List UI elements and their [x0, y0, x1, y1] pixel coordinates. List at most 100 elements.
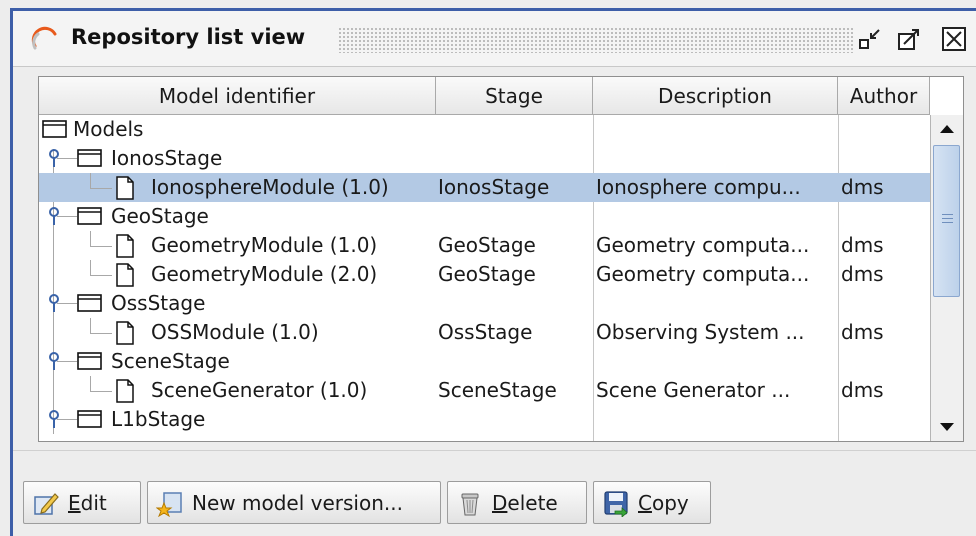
column-header-author[interactable]: Author — [838, 77, 930, 115]
floppy-disk-icon — [604, 490, 628, 517]
folder-icon — [77, 352, 102, 370]
cell-stage: GeoStage — [438, 233, 536, 257]
cell-author — [841, 144, 927, 173]
cell-description — [596, 289, 836, 318]
table-body: Models IonosStage IonosphereModule (1.0) Io… — [39, 115, 930, 441]
scroll-up-arrow-icon[interactable] — [931, 115, 963, 143]
cell-stage: OssStage — [438, 320, 533, 344]
tree-guide-line — [90, 246, 112, 247]
tree-guide-line — [57, 158, 77, 159]
action-toolbar: Edit New model version... Delete Copy — [13, 450, 976, 536]
cell-description: Observing System ... — [596, 320, 805, 344]
cell-stage — [438, 202, 591, 231]
cell-author: dms — [841, 233, 884, 257]
cell-description — [596, 405, 836, 434]
new-model-version-button[interactable]: New model version... — [147, 481, 441, 524]
tree-folder-row[interactable]: SceneStage — [39, 347, 930, 376]
tree-guide-line — [57, 419, 77, 420]
copy-button[interactable]: Copy — [593, 481, 711, 524]
table-row[interactable]: IonosphereModule (1.0) IonosStage Ionosphe… — [39, 173, 930, 202]
cell-stage — [438, 289, 591, 318]
cell-model-identifier: OssStage — [111, 291, 206, 315]
document-icon — [116, 263, 134, 287]
vertical-scrollbar[interactable] — [930, 115, 963, 441]
title-bar[interactable]: Repository list view — [13, 11, 976, 67]
cell-model-identifier: OSSModule (1.0) — [151, 320, 319, 344]
window-title: Repository list view — [71, 25, 306, 49]
cell-stage — [438, 115, 591, 144]
table-row[interactable]: GeometryModule (1.0) GeoStage Geometry com… — [39, 231, 930, 260]
cell-model-identifier: GeometryModule (2.0) — [151, 262, 378, 286]
cell-description — [596, 347, 836, 376]
cell-model-identifier: L1bStage — [111, 407, 206, 431]
edit-button-label: Edit — [68, 490, 107, 515]
table-row[interactable]: GeometryModule (2.0) GeoStage Geometry com… — [39, 260, 930, 289]
cell-author — [841, 202, 927, 231]
cell-description: Ionosphere compu... — [596, 175, 801, 199]
tree-guide-line — [57, 216, 77, 217]
column-header-model-identifier[interactable]: Model identifier — [39, 77, 436, 115]
cell-model-identifier: IonosphereModule (1.0) — [151, 175, 389, 199]
cell-stage: GeoStage — [438, 262, 536, 286]
delete-button-label: Delete — [492, 490, 558, 515]
minimize-arrow-icon[interactable] — [856, 25, 884, 53]
cell-author — [841, 289, 927, 318]
delete-button[interactable]: Delete — [447, 481, 587, 524]
thumb-grip — [942, 214, 953, 215]
tree-guide-line — [90, 188, 112, 189]
cell-author: dms — [841, 378, 884, 402]
tree-guide-line — [57, 361, 77, 362]
tree-folder-row[interactable]: IonosStage — [39, 144, 930, 173]
document-icon — [116, 379, 134, 403]
close-x-icon[interactable] — [940, 25, 968, 53]
cell-model-identifier: Models — [73, 117, 144, 141]
document-icon — [116, 321, 134, 345]
tree-folder-row[interactable]: Models — [39, 115, 930, 144]
cell-author — [841, 115, 927, 144]
cell-description: Geometry computa... — [596, 262, 810, 286]
tree-folder-row[interactable]: L1bStage — [39, 405, 930, 434]
cell-description: Geometry computa... — [596, 233, 810, 257]
cell-author: dms — [841, 320, 884, 344]
scroll-down-arrow-icon[interactable] — [931, 413, 963, 441]
thumb-grip — [942, 222, 953, 223]
cell-stage: IonosStage — [438, 175, 550, 199]
model-tree-table: Model identifier Stage Description Autho… — [38, 76, 964, 442]
cell-author: dms — [841, 175, 884, 199]
tree-guide-line — [90, 260, 91, 275]
document-icon — [116, 234, 134, 258]
maximize-arrow-icon[interactable] — [895, 25, 923, 53]
column-header-stage[interactable]: Stage — [436, 77, 593, 115]
folder-icon — [77, 149, 102, 167]
folder-icon — [77, 410, 102, 428]
folder-icon — [77, 207, 102, 225]
cell-stage — [438, 347, 591, 376]
edit-pencil-icon — [34, 492, 59, 515]
tree-folder-row[interactable]: GeoStage — [39, 202, 930, 231]
cell-description: Scene Generator ... — [596, 378, 791, 402]
tree-guide-line — [90, 318, 91, 333]
folder-icon — [77, 294, 102, 312]
table-row[interactable]: OSSModule (1.0) OssStage Observing System … — [39, 318, 930, 347]
edit-button[interactable]: Edit — [23, 481, 141, 524]
tree-guide-line — [90, 391, 112, 392]
table-header: Model identifier Stage Description Autho… — [39, 77, 930, 115]
cell-model-identifier: SceneStage — [111, 349, 230, 373]
tree-guide-line — [57, 303, 77, 304]
title-bar-grip — [338, 27, 853, 53]
new-star-icon — [156, 491, 182, 517]
scrollbar-thumb[interactable] — [933, 145, 960, 297]
cell-model-identifier: GeometryModule (1.0) — [151, 233, 378, 257]
cell-stage: SceneStage — [438, 378, 557, 402]
tree-guide-line — [90, 275, 112, 276]
cell-description — [596, 115, 836, 144]
cell-model-identifier: GeoStage — [111, 204, 209, 228]
document-icon — [116, 176, 134, 200]
cell-author — [841, 347, 927, 376]
table-row[interactable]: SceneGenerator (1.0) SceneStage Scene Gene… — [39, 376, 930, 405]
thumb-grip — [942, 218, 953, 219]
trash-can-icon — [461, 493, 479, 515]
cell-author — [841, 405, 927, 434]
tree-folder-row[interactable]: OssStage — [39, 289, 930, 318]
column-header-description[interactable]: Description — [593, 77, 838, 115]
